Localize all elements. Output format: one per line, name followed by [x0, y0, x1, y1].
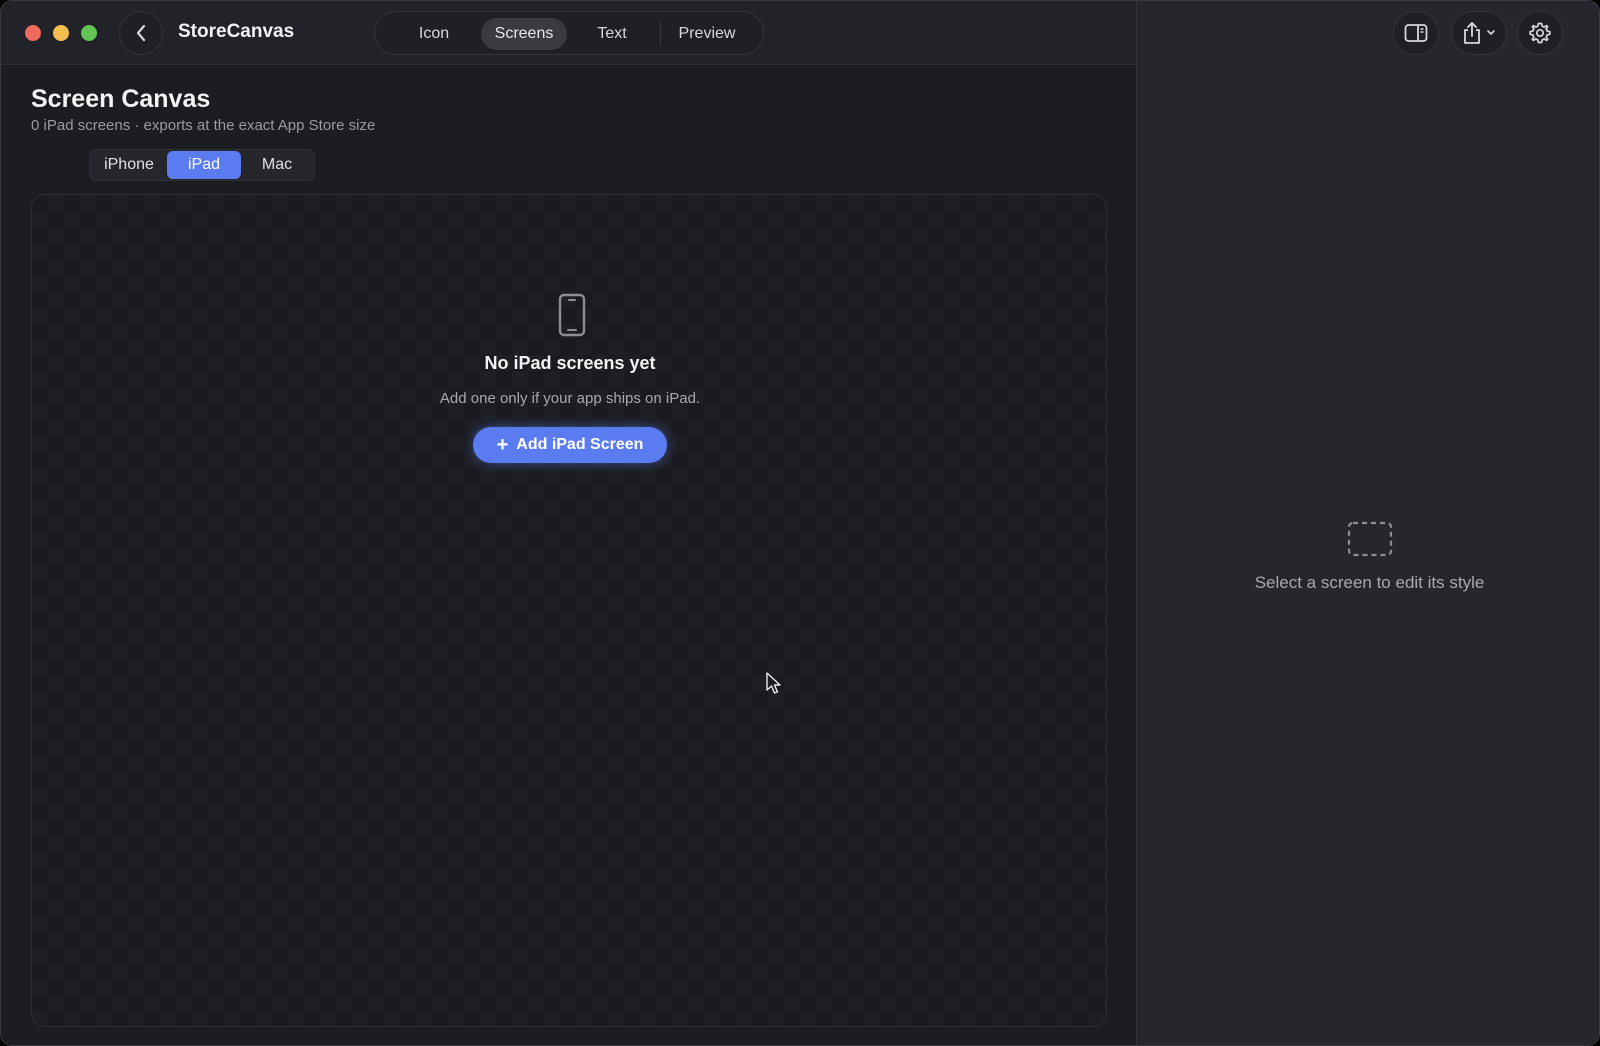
- tab-divider: [660, 22, 661, 46]
- gear-icon: [1529, 22, 1551, 44]
- window-minimize-button[interactable]: [53, 25, 69, 41]
- tab-text[interactable]: Text: [575, 18, 649, 50]
- share-menu-button[interactable]: [1451, 11, 1507, 55]
- sidebar-toggle-icon: [1404, 24, 1428, 42]
- device-tab-ipad[interactable]: iPad: [167, 151, 241, 179]
- device-picker: iPhone iPad Mac: [89, 149, 315, 181]
- phone-icon: [558, 293, 586, 337]
- page-subtitle: 0 iPad screens · exports at the exact Ap…: [31, 117, 376, 134]
- toggle-sidebar-button[interactable]: [1393, 11, 1439, 55]
- add-ipad-screen-button[interactable]: + Add iPad Screen: [473, 427, 667, 463]
- app-title: StoreCanvas: [178, 21, 295, 42]
- settings-button[interactable]: [1517, 11, 1563, 55]
- screen-canvas[interactable]: No iPad screens yet Add one only if your…: [31, 194, 1107, 1027]
- main-tab-bar: Icon Screens Text Preview: [374, 11, 764, 55]
- app-window: StoreCanvas Icon Screens Text Preview Sc…: [0, 0, 1600, 1046]
- window-zoom-button[interactable]: [81, 25, 97, 41]
- chevron-down-icon: [1487, 30, 1495, 36]
- tab-preview[interactable]: Preview: [667, 18, 747, 50]
- add-ipad-screen-label: Add iPad Screen: [516, 436, 644, 453]
- dashed-rect-icon: [1347, 521, 1393, 557]
- inspector-placeholder-text: Select a screen to edit its style: [1254, 573, 1485, 592]
- back-button[interactable]: [119, 11, 163, 55]
- page-title: Screen Canvas: [31, 85, 211, 113]
- main-content: Screen Canvas 0 iPad screens · exports a…: [1, 65, 1136, 1045]
- empty-state-subtitle: Add one only if your app ships on iPad.: [439, 390, 701, 407]
- empty-state-title: No iPad screens yet: [484, 353, 656, 373]
- mouse-cursor-icon: [766, 672, 781, 694]
- device-tab-iphone[interactable]: iPhone: [92, 151, 166, 179]
- share-icon: [1464, 22, 1480, 44]
- tab-screens[interactable]: Screens: [481, 18, 567, 50]
- device-tab-mac[interactable]: Mac: [242, 151, 312, 179]
- window-close-button[interactable]: [25, 25, 41, 41]
- title-bar: StoreCanvas Icon Screens Text Preview: [1, 1, 1136, 65]
- back-chevron-icon: [136, 24, 146, 42]
- tab-icon[interactable]: Icon: [399, 18, 469, 50]
- plus-icon: +: [496, 434, 509, 456]
- inspector-panel: Select a screen to edit its style: [1136, 1, 1599, 1045]
